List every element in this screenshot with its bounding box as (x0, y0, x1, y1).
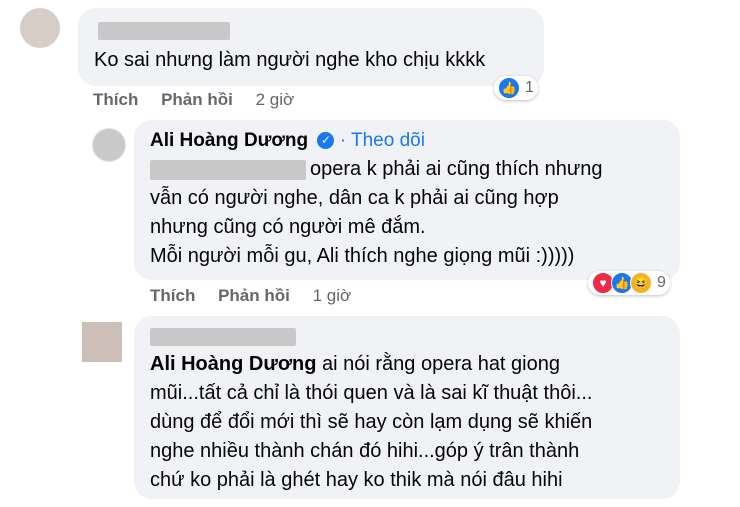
reply-text-line: opera k phải ai cũng thích nhưng (310, 158, 603, 180)
reaction-summary[interactable]: ♥ 👍 😆 9 (588, 271, 670, 295)
verified-icon: ✓ (317, 132, 335, 149)
commenter-avatar-blurred[interactable] (20, 8, 60, 48)
commenter-avatar-blurred[interactable] (82, 322, 122, 362)
reaction-summary[interactable]: 👍 1 (494, 76, 538, 100)
reply-bubble: Ali Hoàng Dương ✓ · Theo dõi opera k phả… (134, 120, 680, 280)
reply-bubble: Ali Hoàng Dương ai nói rằng opera hat gi… (134, 316, 680, 499)
author-avatar[interactable] (92, 128, 126, 162)
reply-actions: Thích Phản hồi 1 giờ (150, 286, 369, 306)
reaction-count: 9 (657, 274, 666, 291)
blurred-mention (150, 160, 306, 180)
timestamp[interactable]: 2 giờ (256, 90, 295, 109)
haha-icon: 😆 (630, 272, 652, 294)
like-button[interactable]: Thích (150, 286, 195, 305)
author-line: Ali Hoàng Dương ✓ · Theo dõi (150, 130, 425, 152)
reply-button[interactable]: Phản hồi (218, 286, 290, 305)
follow-link[interactable]: · Theo dõi (340, 130, 425, 151)
reply-text-line: vẫn có người nghe, dân ca k phải ai cũng… (150, 187, 559, 209)
comment-bubble: Ko sai nhưng làm người nghe kho chịu kkk… (78, 8, 544, 86)
reply-text-line: chứ ko phải là ghét hay ko thik mà nói đ… (150, 469, 563, 491)
like-icon: 👍 (498, 77, 520, 99)
reply-text-line: nghe nhiều thành chán đó hihi...góp ý tr… (150, 440, 580, 462)
reply-text-fragment: ai nói rằng opera hat giong (316, 353, 560, 375)
reply-button[interactable]: Phản hồi (161, 90, 233, 109)
reaction-count: 1 (525, 79, 534, 96)
mention-link[interactable]: Ali Hoàng Dương (150, 353, 316, 375)
reply-text-line: Ali Hoàng Dương ai nói rằng opera hat gi… (150, 350, 560, 379)
reply-text-line: mũi...tất cả chỉ là thói quen và là sai … (150, 382, 593, 404)
reply-text-line: Mỗi người mỗi gu, Ali thích nghe giọng m… (150, 245, 575, 267)
like-button[interactable]: Thích (93, 90, 138, 109)
comment-actions: Thích Phản hồi 2 giờ (93, 90, 312, 110)
comment-text: Ko sai nhưng làm người nghe kho chịu kkk… (94, 49, 486, 71)
timestamp[interactable]: 1 giờ (313, 286, 352, 305)
author-name[interactable]: Ali Hoàng Dương (150, 130, 308, 151)
blurred-name (98, 22, 230, 40)
blurred-name (150, 328, 296, 346)
reply-text-line: nhưng cũng có người mê đắm. (150, 216, 426, 238)
reply-text-line: dùng để đổi mới thì sẽ hay còn lạm dụng … (150, 411, 593, 433)
